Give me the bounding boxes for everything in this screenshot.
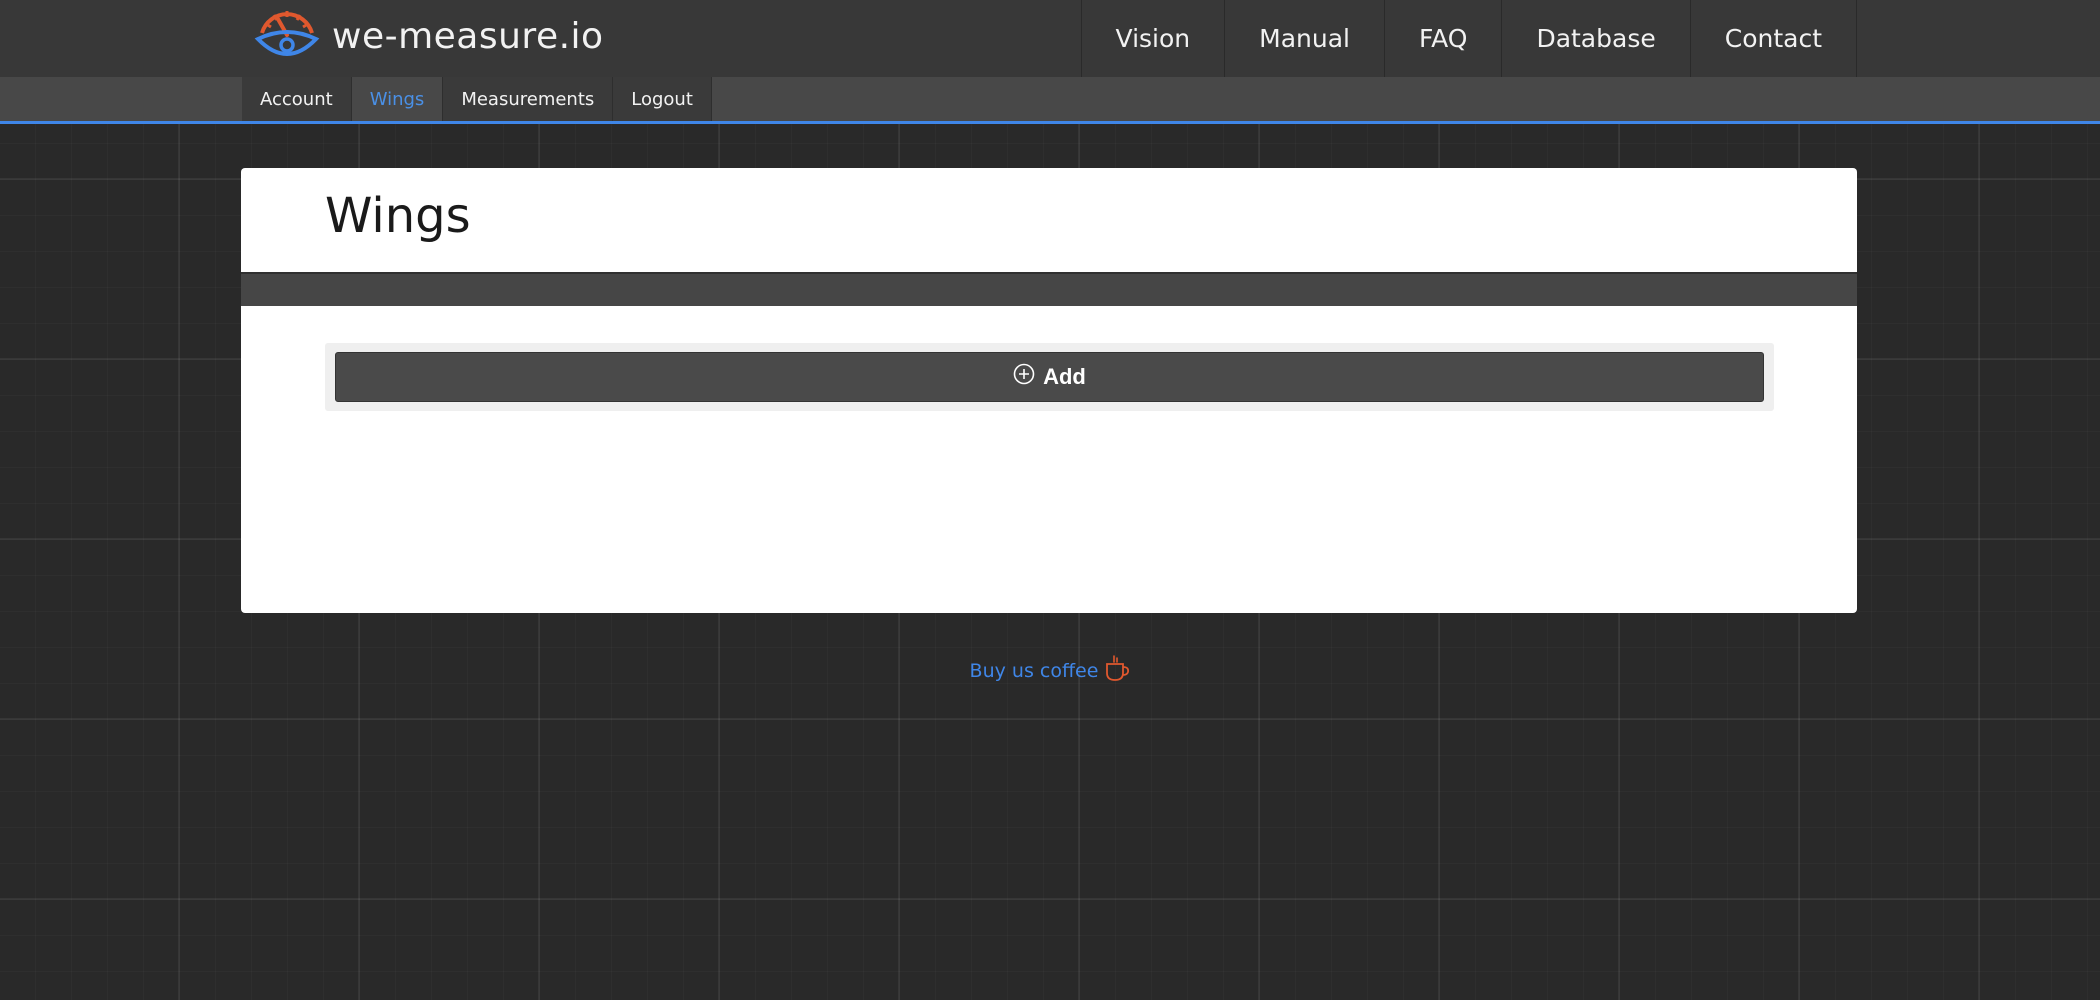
footer: Buy us coffee [0,654,2100,687]
add-button-label: Add [1043,364,1086,389]
coffee-cup-icon [1098,654,1130,687]
add-wing-button[interactable]: Add [335,352,1764,402]
buy-coffee-label: Buy us coffee [969,659,1099,682]
sub-nav-bar: Account Wings Measurements Logout [0,77,2100,124]
page-title: Wings [325,188,471,244]
nav-item-vision[interactable]: Vision [1080,0,1225,77]
nav-item-contact[interactable]: Contact [1689,0,1857,77]
subnav-item-measurements[interactable]: Measurements [443,77,614,121]
plus-circle-icon [1013,363,1043,391]
subnav-item-logout[interactable]: Logout [613,77,712,121]
subnav-item-wings[interactable]: Wings [351,77,444,121]
add-button-container: Add [325,343,1774,411]
brand-logo-link[interactable]: we-measure.io [254,5,604,67]
wings-card: Wings Add [241,168,1857,613]
nav-item-faq[interactable]: FAQ [1384,0,1501,77]
sub-nav: Account Wings Measurements Logout [242,77,712,121]
main-nav: Vision Manual FAQ Database Contact [1080,0,1857,77]
nav-item-manual[interactable]: Manual [1224,0,1384,77]
nav-item-database[interactable]: Database [1501,0,1689,77]
buy-coffee-link[interactable]: Buy us coffee [970,654,1131,687]
card-divider-strip [241,272,1857,306]
top-header: we-measure.io Vision Manual FAQ Database… [0,0,2100,78]
gauge-eye-logo-icon [254,5,320,67]
brand-name: we-measure.io [332,15,604,57]
subnav-item-account[interactable]: Account [242,77,352,121]
